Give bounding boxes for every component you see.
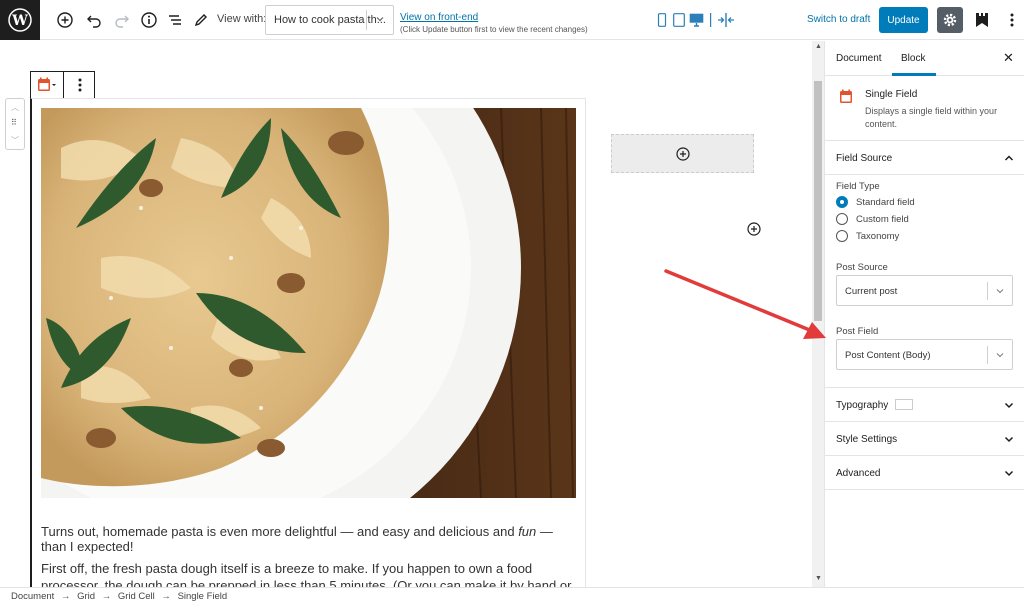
breadcrumb-item-grid-cell[interactable]: Grid Cell [118,591,155,602]
radio-standard-field[interactable]: Standard field [836,195,915,209]
paragraph-2[interactable]: First off, the fresh pasta dough itself … [41,560,581,587]
view-with-label: View with: [217,13,267,25]
field-type-label: Field Type [836,181,880,192]
block-navigation-icon[interactable] [163,8,187,32]
calendar-block-icon [839,89,853,106]
view-select-value: How to cook pasta th... [274,14,386,26]
view-front-end-link[interactable]: View on front-end [400,12,478,23]
top-toolbar: W View with: How to cook pasta th... Vie… [0,0,1024,40]
breadcrumb: Document → Grid → Grid Cell → Single Fie… [0,587,1024,604]
paragraph-1-text: Turns out, homemade pasta is even more d… [41,524,519,539]
drag-handle-icon[interactable]: ⠿ [11,118,17,127]
radio-custom-field[interactable]: Custom field [836,212,909,226]
desktop-preview-icon[interactable] [689,12,704,28]
breadcrumb-item-grid[interactable]: Grid [77,591,95,602]
breadcrumb-item-single-field[interactable]: Single Field [178,591,228,602]
divider [710,12,712,28]
post-field-label: Post Field [836,326,879,337]
scroll-up-icon[interactable]: ▲ [815,43,822,50]
pencil-icon[interactable] [189,8,213,32]
wordpress-logo-icon[interactable]: W [0,0,40,40]
radio-checked[interactable] [836,196,848,208]
switch-to-draft-button[interactable]: Switch to draft [807,14,870,25]
move-up-icon[interactable]: ︿ [11,102,19,113]
tablet-preview-icon[interactable] [673,12,685,28]
breadcrumb-separator: → [60,591,71,602]
radio-unchecked[interactable] [836,230,848,242]
editor-scrollbar[interactable]: ▲ ▼ [812,41,824,587]
panel-advanced-header[interactable]: Advanced [825,456,1024,490]
post-source-label: Post Source [836,262,888,273]
calendar-block-icon[interactable] [37,77,57,93]
block-more-options-icon[interactable] [72,77,88,96]
radio-taxonomy[interactable]: Taxonomy [836,229,899,243]
chevron-down-icon [374,13,386,28]
post-field-value: Post Content (Body) [845,350,931,361]
svg-text:W: W [11,13,28,29]
chevron-down-icon [994,285,1006,300]
add-block-icon[interactable] [747,222,761,239]
pasta-dish-image[interactable] [41,108,576,498]
block-title: Single Field [865,89,918,100]
radio-unchecked[interactable] [836,213,848,225]
undo-icon[interactable] [82,8,106,32]
panel-title: Advanced [836,468,881,479]
post-field-select[interactable]: Post Content (Body) [836,339,1013,370]
settings-sidebar: Document Block ✕ Single Field Displays a… [824,41,1024,587]
scroll-thumb[interactable] [814,81,822,321]
breadcrumb-separator: → [101,591,112,602]
post-source-value: Current post [845,286,898,297]
block-toolbar [30,71,95,99]
redo-icon[interactable] [110,8,134,32]
add-block-icon[interactable] [53,8,77,32]
tab-block[interactable]: Block [901,53,925,64]
editor-canvas: ︿ ⠿ ﹀ Turns out, homemade pasta is even … [0,41,812,587]
info-icon[interactable] [137,8,161,32]
block-card: Single Field Displays a single field wit… [825,76,1024,141]
panel-title: Style Settings [836,434,898,445]
chevron-down-icon [1003,399,1015,414]
panel-typography-header[interactable]: Typography [825,388,1024,422]
radio-label: Standard field [856,196,915,208]
mobile-preview-icon[interactable] [657,12,667,28]
sidebar-tabs: Document Block ✕ [825,41,1024,76]
add-block-icon [675,146,690,161]
settings-gear-icon[interactable] [937,7,963,33]
typography-swatch [895,399,913,410]
panel-title: Typography [836,400,889,411]
block-description: Displays a single field within your cont… [865,106,998,129]
scroll-down-icon[interactable]: ▼ [815,575,822,582]
radio-label: Taxonomy [856,230,900,242]
paragraph-1-emphasis: fun [518,524,537,539]
paragraph-1[interactable]: Turns out, homemade pasta is even more d… [41,524,581,554]
view-front-end-note: (Click Update button first to view the r… [400,25,588,34]
tab-document[interactable]: Document [836,53,882,64]
bookmark-icon[interactable] [970,8,994,32]
block-mover[interactable]: ︿ ⠿ ﹀ [5,98,25,150]
radio-label: Custom field [856,213,909,225]
breadcrumb-item-document[interactable]: Document [11,591,54,602]
post-source-select[interactable]: Current post [836,275,1013,306]
update-button[interactable]: Update [879,7,928,33]
view-with-select[interactable]: How to cook pasta th... [265,5,394,35]
chevron-down-icon [994,349,1006,364]
breadcrumb-separator: → [161,591,171,602]
panel-style-settings-header[interactable]: Style Settings [825,422,1024,456]
chevron-down-icon [1003,433,1015,448]
chevron-down-icon [1003,467,1015,482]
width-toggle-icon[interactable] [717,12,735,28]
grid-cell-inserter[interactable] [611,134,754,173]
close-icon[interactable]: ✕ [1003,50,1014,66]
move-down-icon[interactable]: ﹀ [11,135,19,146]
more-options-icon[interactable] [1004,8,1020,32]
